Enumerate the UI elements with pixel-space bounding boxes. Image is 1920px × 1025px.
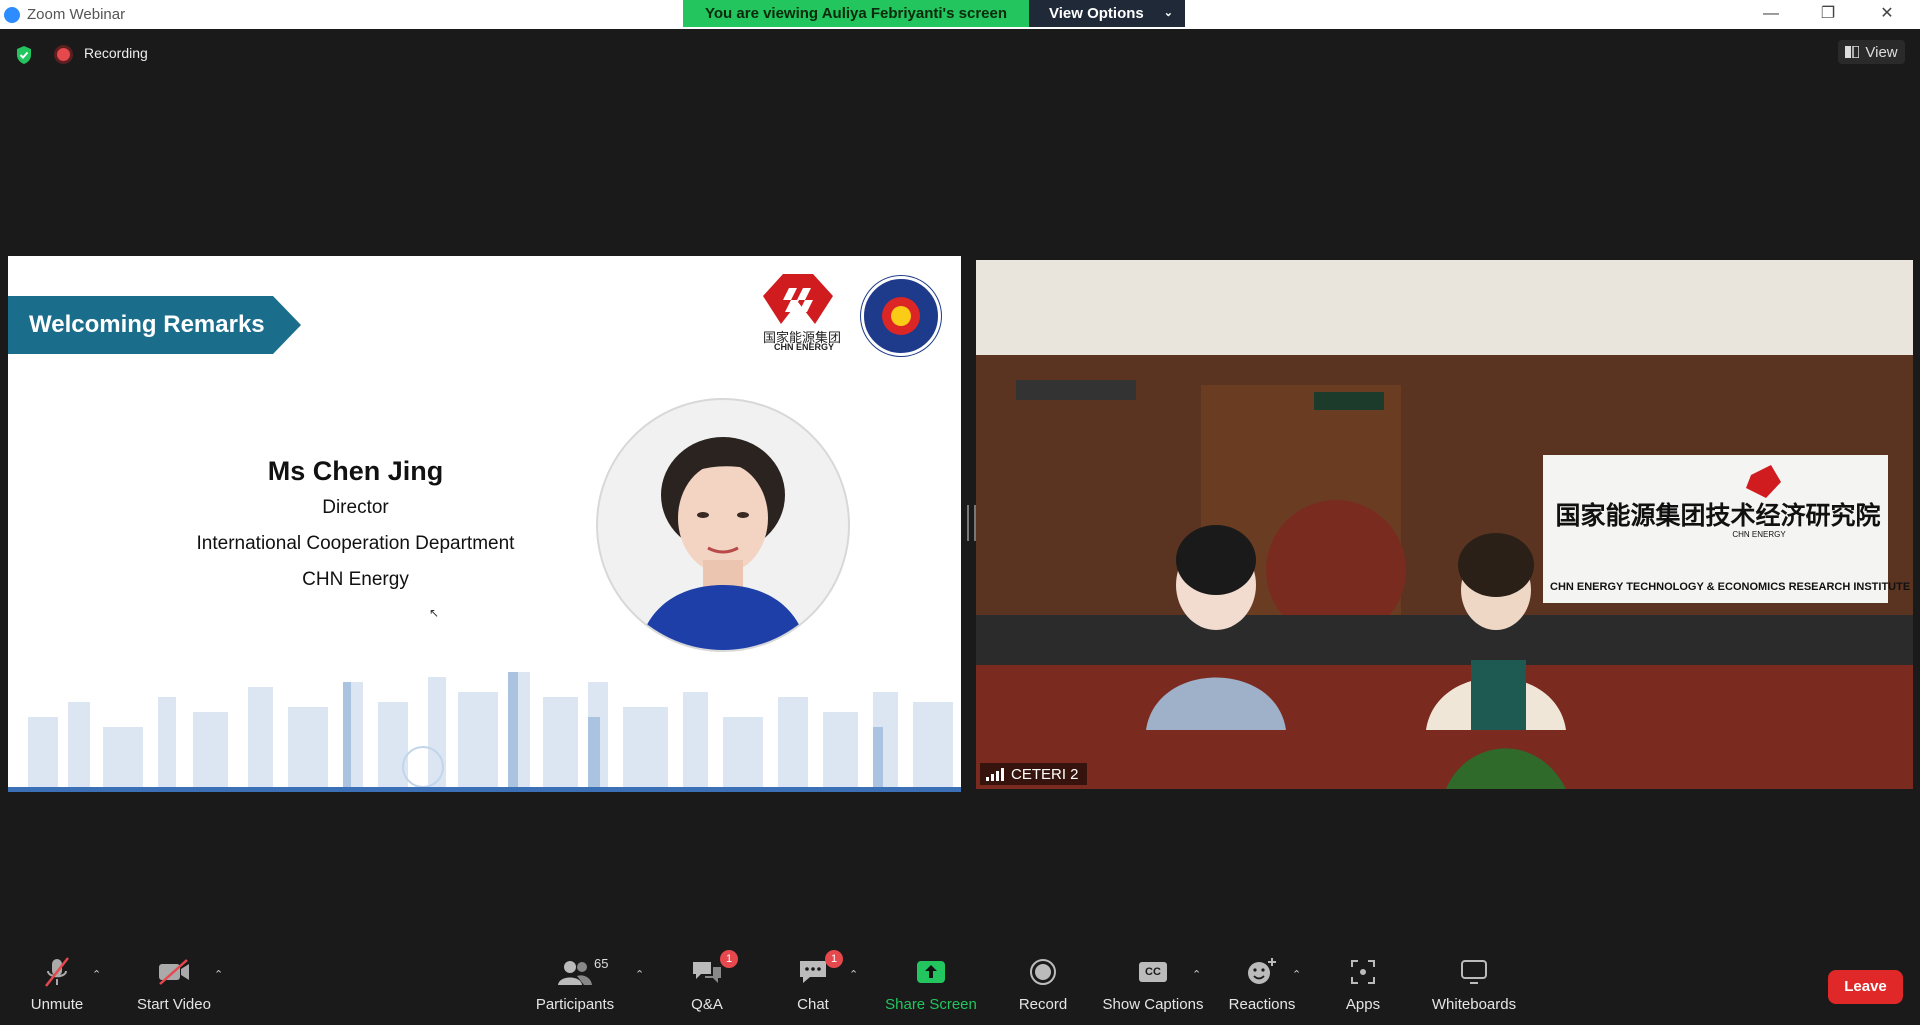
close-button[interactable]: ✕	[1864, 0, 1910, 29]
reactions-options-caret-icon[interactable]: ⌃	[1292, 968, 1301, 981]
ace-logo-icon	[861, 276, 941, 356]
chn-logo-english: CHN ENERGY	[774, 342, 835, 352]
qa-icon	[693, 962, 721, 983]
speaker-name: Ms Chen Jing	[267, 456, 444, 486]
chevron-down-icon: ⌄	[1163, 7, 1173, 19]
chat-options-caret-icon[interactable]: ⌃	[849, 968, 858, 981]
video-off-icon	[159, 959, 189, 985]
record-label: Record	[1018, 996, 1068, 1013]
participant-name: CETERI 2	[1011, 765, 1079, 783]
show-captions-button[interactable]: CC Show Captions	[1101, 956, 1205, 1013]
banner-english-text: CHN ENERGY TECHNOLOGY & ECONOMICS RESEAR…	[1550, 581, 1911, 593]
participants-icon	[558, 961, 592, 985]
chat-badge: 1	[825, 950, 843, 968]
unmute-button[interactable]: Unmute	[22, 956, 92, 1013]
apps-button[interactable]: Apps	[1344, 956, 1382, 1013]
zoom-logo-icon	[4, 7, 20, 23]
minimize-button[interactable]: —	[1748, 0, 1794, 29]
whiteboards-label: Whiteboards	[1431, 996, 1517, 1013]
reactions-label: Reactions	[1228, 996, 1296, 1013]
apps-icon	[1351, 960, 1375, 984]
reactions-icon	[1248, 958, 1276, 984]
banner-logo-subtext: CHN ENERGY	[1732, 530, 1786, 539]
participants-options-caret-icon[interactable]: ⌃	[635, 968, 644, 981]
city-skyline-illustration	[8, 657, 961, 792]
share-screen-icon	[917, 961, 945, 983]
whiteboards-button[interactable]: Whiteboards	[1427, 956, 1521, 1013]
speaker-organization: CHN Energy	[302, 569, 409, 590]
view-button[interactable]: View	[1838, 40, 1905, 64]
whiteboard-icon	[1461, 960, 1487, 984]
unmute-label: Unmute	[30, 996, 84, 1013]
start-video-button[interactable]: Start Video	[132, 956, 216, 1013]
participants-button[interactable]: 65 Participants	[532, 956, 618, 1013]
record-icon	[1030, 959, 1056, 985]
share-screen-label: Share Screen	[885, 996, 977, 1013]
share-screen-button[interactable]: Share Screen	[881, 956, 981, 1013]
shared-screen-slide: Welcoming Remarks 国家能源集团 CHN ENERGY Ms C…	[8, 256, 961, 792]
screen-share-banner: You are viewing Auliya Febriyanti's scre…	[683, 0, 1185, 27]
signal-strength-icon	[986, 767, 1004, 781]
chn-energy-logo-icon	[763, 274, 833, 324]
mouse-cursor-icon: ↖	[429, 606, 440, 620]
view-label: View	[1865, 43, 1898, 61]
title-bar: Zoom Webinar You are viewing Auliya Febr…	[0, 0, 1920, 29]
meeting-toolbar: Unmute ⌃ Start Video ⌃ 65 Participants ⌃	[0, 944, 1920, 1025]
chat-icon	[800, 961, 826, 983]
start-video-label: Start Video	[137, 996, 211, 1013]
video-options-caret-icon[interactable]: ⌃	[214, 968, 223, 981]
split-divider-handle[interactable]	[967, 505, 976, 541]
apps-label: Apps	[1345, 996, 1381, 1013]
audio-options-caret-icon[interactable]: ⌃	[92, 968, 101, 981]
recording-dot-icon	[57, 48, 70, 61]
qa-badge: 1	[720, 950, 738, 968]
speaker-portrait	[596, 398, 850, 652]
captions-options-caret-icon[interactable]: ⌃	[1192, 968, 1201, 981]
slide-heading: Welcoming Remarks	[8, 296, 301, 354]
view-layout-icon	[1845, 46, 1860, 58]
participants-label: Participants	[535, 996, 615, 1013]
participant-name-label: CETERI 2	[980, 763, 1087, 785]
record-button[interactable]: Record	[1014, 956, 1072, 1013]
recording-label[interactable]: Recording	[84, 45, 148, 61]
banner-chinese-text: 国家能源集团技术经济研究院	[1555, 502, 1881, 530]
qa-label: Q&A	[691, 996, 723, 1013]
closed-captions-icon: CC	[1139, 962, 1167, 982]
show-captions-label: Show Captions	[1102, 996, 1204, 1013]
chat-button[interactable]: 1 Chat	[787, 950, 843, 1013]
chat-label: Chat	[797, 996, 829, 1013]
qa-button[interactable]: 1 Q&A	[680, 950, 738, 1013]
view-options-label: View Options	[1049, 5, 1144, 22]
participant-video-tile[interactable]: 国家能源集团技术经济研究院 CHN ENERGY TECHNOLOGY & EC…	[976, 260, 1913, 789]
window-title: Zoom Webinar	[27, 6, 126, 23]
share-banner-message: You are viewing Auliya Febriyanti's scre…	[683, 0, 1030, 27]
reactions-button[interactable]: Reactions	[1227, 956, 1297, 1013]
restore-button[interactable]: ❐	[1805, 0, 1851, 29]
microphone-muted-icon	[45, 957, 69, 987]
view-options-button[interactable]: View Options ⌄	[1029, 0, 1185, 27]
leave-button[interactable]: Leave	[1828, 970, 1903, 1004]
security-shield-icon[interactable]	[15, 45, 33, 65]
participants-count: 65	[594, 956, 609, 971]
